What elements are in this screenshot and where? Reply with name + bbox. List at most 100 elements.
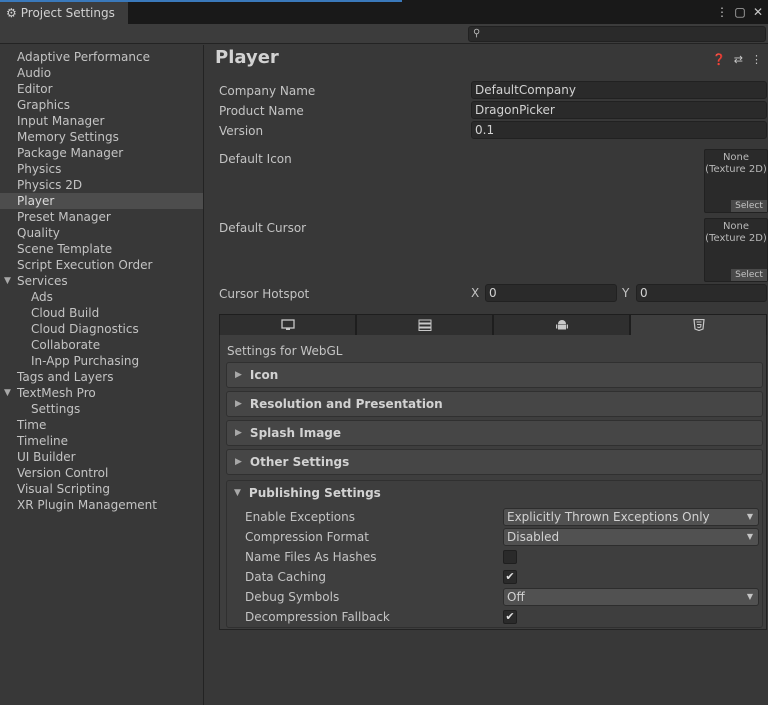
kebab-menu-icon[interactable]: ⋮ (751, 53, 762, 66)
default-icon-label: Default Icon (219, 152, 292, 166)
fold-arrow-icon[interactable]: ▼ (4, 273, 11, 289)
chevron-down-icon: ▼ (746, 532, 753, 541)
hotspot-y-label: Y (622, 286, 630, 300)
company-name-field[interactable]: DefaultCompany (471, 81, 767, 99)
dropdown-value: Off (507, 590, 525, 604)
project-settings-tab[interactable]: ⚙ Project Settings (0, 2, 128, 24)
sidebar-item-player[interactable]: Player (0, 193, 203, 209)
tab-server[interactable] (356, 314, 493, 336)
search-input[interactable]: ⚲ (468, 26, 766, 42)
sidebar-item-quality[interactable]: Quality (0, 225, 203, 241)
section-publishing-header[interactable]: ▼ Publishing Settings (226, 480, 763, 506)
sidebar-item-physics-2d[interactable]: Physics 2D (0, 177, 203, 193)
data-caching-checkbox[interactable]: ✔ (503, 570, 517, 584)
section-other-header[interactable]: ▶ Other Settings (226, 449, 763, 475)
version-field[interactable]: 0.1 (471, 121, 767, 139)
sidebar-item-time[interactable]: Time (0, 417, 203, 433)
sidebar-item-script-execution-order[interactable]: Script Execution Order (0, 257, 203, 273)
sidebar-item-collaborate[interactable]: Collaborate (0, 337, 203, 353)
compression-format-label: Compression Format (245, 530, 369, 544)
sidebar-item-input-manager[interactable]: Input Manager (0, 113, 203, 129)
sidebar-item-timeline[interactable]: Timeline (0, 433, 203, 449)
close-icon[interactable]: ✕ (752, 4, 764, 20)
webgl-settings-panel: Settings for WebGL ▶ Icon ▶ Resolution a… (219, 335, 767, 630)
sidebar-item-version-control[interactable]: Version Control (0, 465, 203, 481)
default-icon-select-button[interactable]: Select (731, 200, 767, 212)
window-controls: ⋮ ▢ ✕ (716, 4, 764, 20)
debug-symbols-label: Debug Symbols (245, 590, 340, 604)
enable-exceptions-dropdown[interactable]: Explicitly Thrown Exceptions Only ▼ (503, 508, 759, 526)
sidebar-item-settings[interactable]: Settings (0, 401, 203, 417)
hotspot-x-field[interactable]: 0 (485, 284, 617, 302)
sidebar-item-graphics[interactable]: Graphics (0, 97, 203, 113)
section-icon-header[interactable]: ▶ Icon (226, 362, 763, 388)
sidebar-item-editor[interactable]: Editor (0, 81, 203, 97)
kebab-menu-icon[interactable]: ⋮ (716, 4, 728, 20)
sidebar-item-label: UI Builder (17, 450, 76, 464)
gear-icon: ⚙ (6, 6, 17, 20)
sidebar-item-physics[interactable]: Physics (0, 161, 203, 177)
sidebar-item-adaptive-performance[interactable]: Adaptive Performance (0, 49, 203, 65)
sidebar-item-xr-plugin-management[interactable]: XR Plugin Management (0, 497, 203, 513)
player-settings-panel: Player ❓ ⇄ ⋮ Company Name DefaultCompany… (205, 45, 768, 705)
presets-icon[interactable]: ⇄ (734, 53, 743, 66)
sidebar-item-tags-and-layers[interactable]: Tags and Layers (0, 369, 203, 385)
sidebar-item-memory-settings[interactable]: Memory Settings (0, 129, 203, 145)
company-name-label: Company Name (219, 84, 316, 98)
sidebar-item-label: Cloud Diagnostics (31, 322, 139, 336)
name-files-as-hashes-label: Name Files As Hashes (245, 550, 377, 564)
sidebar-item-label: Time (17, 418, 47, 432)
sidebar-item-label: Adaptive Performance (17, 50, 150, 64)
dropdown-value: Disabled (507, 530, 560, 544)
hotspot-x-label: X (471, 286, 480, 300)
sidebar-item-cloud-diagnostics[interactable]: Cloud Diagnostics (0, 321, 203, 337)
default-icon-slot[interactable]: None (Texture 2D) Select (704, 149, 768, 213)
sidebar-item-label: Preset Manager (17, 210, 111, 224)
header-icons: ❓ ⇄ ⋮ (712, 53, 762, 66)
maximize-icon[interactable]: ▢ (734, 4, 746, 20)
decompression-fallback-checkbox[interactable]: ✔ (503, 610, 517, 624)
fold-arrow-icon[interactable]: ▼ (4, 385, 11, 401)
tab-webgl[interactable] (630, 314, 767, 336)
sidebar-item-audio[interactable]: Audio (0, 65, 203, 81)
help-icon[interactable]: ❓ (712, 53, 726, 66)
sidebar-item-preset-manager[interactable]: Preset Manager (0, 209, 203, 225)
server-icon (418, 319, 431, 331)
sidebar-item-in-app-purchasing[interactable]: In-App Purchasing (0, 353, 203, 369)
sidebar-item-label: In-App Purchasing (31, 354, 140, 368)
sidebar-item-label: Quality (17, 226, 60, 240)
html5-icon (692, 319, 705, 331)
debug-symbols-dropdown[interactable]: Off ▼ (503, 588, 759, 606)
sidebar-item-label: Editor (17, 82, 53, 96)
sidebar-item-label: Scene Template (17, 242, 113, 256)
sidebar-item-label: Input Manager (17, 114, 105, 128)
publishing-settings-section: ▼ Publishing Settings Enable Exceptions … (226, 480, 763, 628)
default-cursor-select-button[interactable]: Select (731, 269, 767, 281)
section-splash-header[interactable]: ▶ Splash Image (226, 420, 763, 446)
default-cursor-slot[interactable]: None (Texture 2D) Select (704, 218, 768, 282)
tab-standalone[interactable] (219, 314, 356, 336)
sidebar-item-label: Timeline (17, 434, 69, 448)
sidebar-item-label: Collaborate (31, 338, 101, 352)
monitor-icon (280, 319, 295, 330)
sidebar-item-ui-builder[interactable]: UI Builder (0, 449, 203, 465)
version-label: Version (219, 124, 264, 138)
section-resolution-header[interactable]: ▶ Resolution and Presentation (226, 391, 763, 417)
sidebar-item-label: Settings (31, 402, 81, 416)
chevron-down-icon: ▼ (746, 592, 753, 601)
sidebar-item-ads[interactable]: Ads (0, 289, 203, 305)
sidebar-item-label: TextMesh Pro (17, 386, 96, 400)
sidebar-item-services[interactable]: ▼ Services (0, 273, 203, 289)
tab-android[interactable] (493, 314, 630, 336)
name-files-as-hashes-checkbox[interactable] (503, 550, 517, 564)
sidebar-item-package-manager[interactable]: Package Manager (0, 145, 203, 161)
product-name-field[interactable]: DragonPicker (471, 101, 767, 119)
hotspot-y-field[interactable]: 0 (636, 284, 767, 302)
sidebar-item-textmesh-pro[interactable]: ▼ TextMesh Pro (0, 385, 203, 401)
sidebar-item-visual-scripting[interactable]: Visual Scripting (0, 481, 203, 497)
compression-format-dropdown[interactable]: Disabled ▼ (503, 528, 759, 546)
sidebar-item-label: Script Execution Order (17, 258, 153, 272)
sidebar-item-cloud-build[interactable]: Cloud Build (0, 305, 203, 321)
sidebar-item-scene-template[interactable]: Scene Template (0, 241, 203, 257)
default-icon-value: None (Texture 2D) (705, 152, 767, 175)
